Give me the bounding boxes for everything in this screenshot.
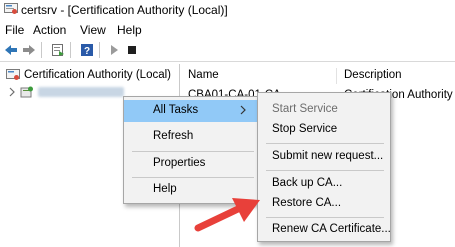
svg-text:?: ?: [84, 46, 90, 57]
help-icon[interactable]: ?: [79, 42, 95, 58]
all-tasks-submenu: Start Service Stop Service Submit new re…: [257, 92, 391, 242]
toolbar: ?: [0, 39, 455, 62]
menu-help[interactable]: Help: [117, 23, 142, 37]
menu-item-submit-new-request[interactable]: Submit new request...: [258, 146, 390, 168]
menu-action[interactable]: Action: [33, 23, 66, 37]
stop-service-icon[interactable]: [124, 42, 140, 58]
tree-root[interactable]: Certification Authority (Local): [6, 69, 171, 81]
menu-item-refresh[interactable]: Refresh: [124, 126, 260, 148]
ca-server-icon: [20, 86, 33, 98]
annotation-arrow-icon: [194, 198, 260, 232]
chevron-right-icon[interactable]: [8, 87, 16, 97]
menu-item-stop-service[interactable]: Stop Service: [258, 119, 390, 141]
tree-ca-node[interactable]: [8, 86, 124, 98]
title-bar: certsrv - [Certification Authority (Loca…: [0, 0, 455, 20]
context-menu: All Tasks Refresh Properties Help: [123, 96, 261, 204]
start-service-icon[interactable]: [106, 42, 122, 58]
menu-item-back-up-ca[interactable]: Back up CA...: [258, 173, 390, 195]
window-title: certsrv - [Certification Authority (Loca…: [21, 3, 228, 17]
menu-file[interactable]: File: [5, 23, 24, 37]
menu-bar: File Action View Help: [0, 20, 455, 39]
forward-arrow-icon[interactable]: [21, 42, 37, 58]
column-header-name[interactable]: Name: [188, 69, 219, 81]
menu-item-renew-ca-certificate[interactable]: Renew CA Certificate...: [258, 219, 391, 241]
certificate-authority-icon: [6, 69, 20, 80]
column-header-description[interactable]: Description: [344, 69, 402, 81]
menu-item-restore-ca[interactable]: Restore CA...: [258, 193, 390, 215]
certsrv-app-icon: [4, 3, 18, 14]
properties-icon[interactable]: [50, 42, 66, 58]
menu-view[interactable]: View: [80, 23, 106, 37]
menu-item-all-tasks[interactable]: All Tasks: [124, 100, 260, 122]
submenu-arrow-icon: [240, 105, 246, 115]
redacted-ca-name: [38, 87, 124, 97]
back-arrow-icon[interactable]: [3, 42, 19, 58]
menu-item-start-service: Start Service: [272, 103, 338, 115]
menu-item-properties[interactable]: Properties: [124, 153, 260, 175]
tree-root-label: Certification Authority (Local): [24, 69, 172, 81]
